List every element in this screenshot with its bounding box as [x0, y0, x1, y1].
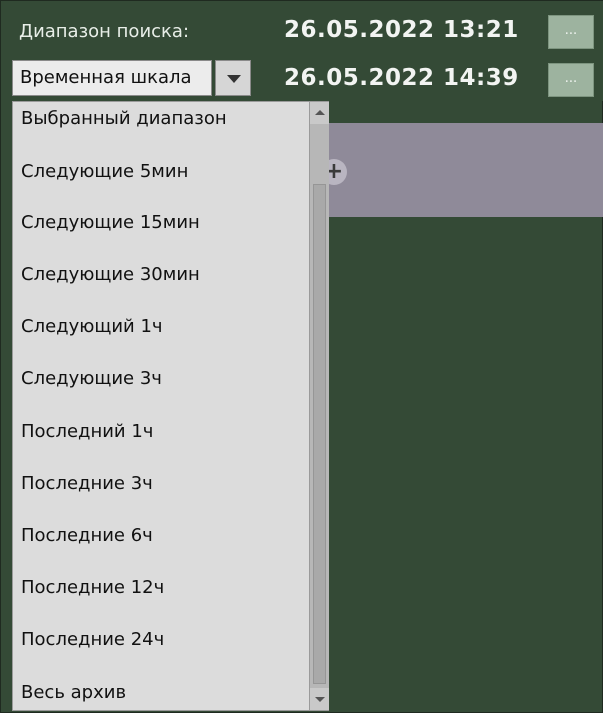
search-range-header: Диапазон поиска: 26.05.2022 13:21 ... 26…	[1, 1, 603, 101]
option-last-3h[interactable]: Последние 3ч	[13, 469, 300, 521]
scroll-down-button[interactable]	[310, 688, 329, 710]
option-next-5min[interactable]: Следующие 5мин	[13, 157, 300, 209]
option-last-6h[interactable]: Последние 6ч	[13, 521, 300, 573]
scroll-up-icon	[315, 110, 325, 115]
option-next-15min[interactable]: Следующие 15мин	[13, 208, 300, 260]
range-mode-dropdown-button[interactable]	[215, 60, 251, 96]
option-last-24h[interactable]: Последние 24ч	[13, 625, 300, 677]
scroll-down-icon	[315, 697, 325, 702]
option-next-1h[interactable]: Следующий 1ч	[13, 312, 300, 364]
option-selected-range[interactable]: Выбранный диапазон	[13, 104, 300, 156]
chevron-down-icon	[227, 75, 241, 83]
option-last-1h[interactable]: Последний 1ч	[13, 417, 300, 469]
range-mode-select[interactable]: Временная шкала	[12, 60, 212, 96]
option-next-3h[interactable]: Следующие 3ч	[13, 364, 300, 416]
end-datetime-picker-button[interactable]: ...	[548, 63, 594, 97]
option-next-30min[interactable]: Следующие 30мин	[13, 260, 300, 312]
scroll-up-button[interactable]	[310, 102, 329, 124]
search-range-label: Диапазон поиска:	[19, 21, 190, 42]
search-range-panel: Диапазон поиска: 26.05.2022 13:21 ... 26…	[0, 0, 603, 713]
range-mode-dropdown-list: Выбранный диапазон Следующие 5мин Следую…	[12, 101, 329, 711]
scroll-thumb[interactable]	[313, 184, 326, 684]
start-datetime-picker-button[interactable]: ...	[548, 15, 594, 49]
option-last-12h[interactable]: Последние 12ч	[13, 573, 300, 625]
start-datetime[interactable]: 26.05.2022 13:21	[284, 17, 519, 43]
dropdown-scrollbar[interactable]	[309, 102, 329, 710]
option-whole-archive[interactable]: Весь архив	[13, 678, 300, 713]
end-datetime[interactable]: 26.05.2022 14:39	[284, 65, 519, 91]
